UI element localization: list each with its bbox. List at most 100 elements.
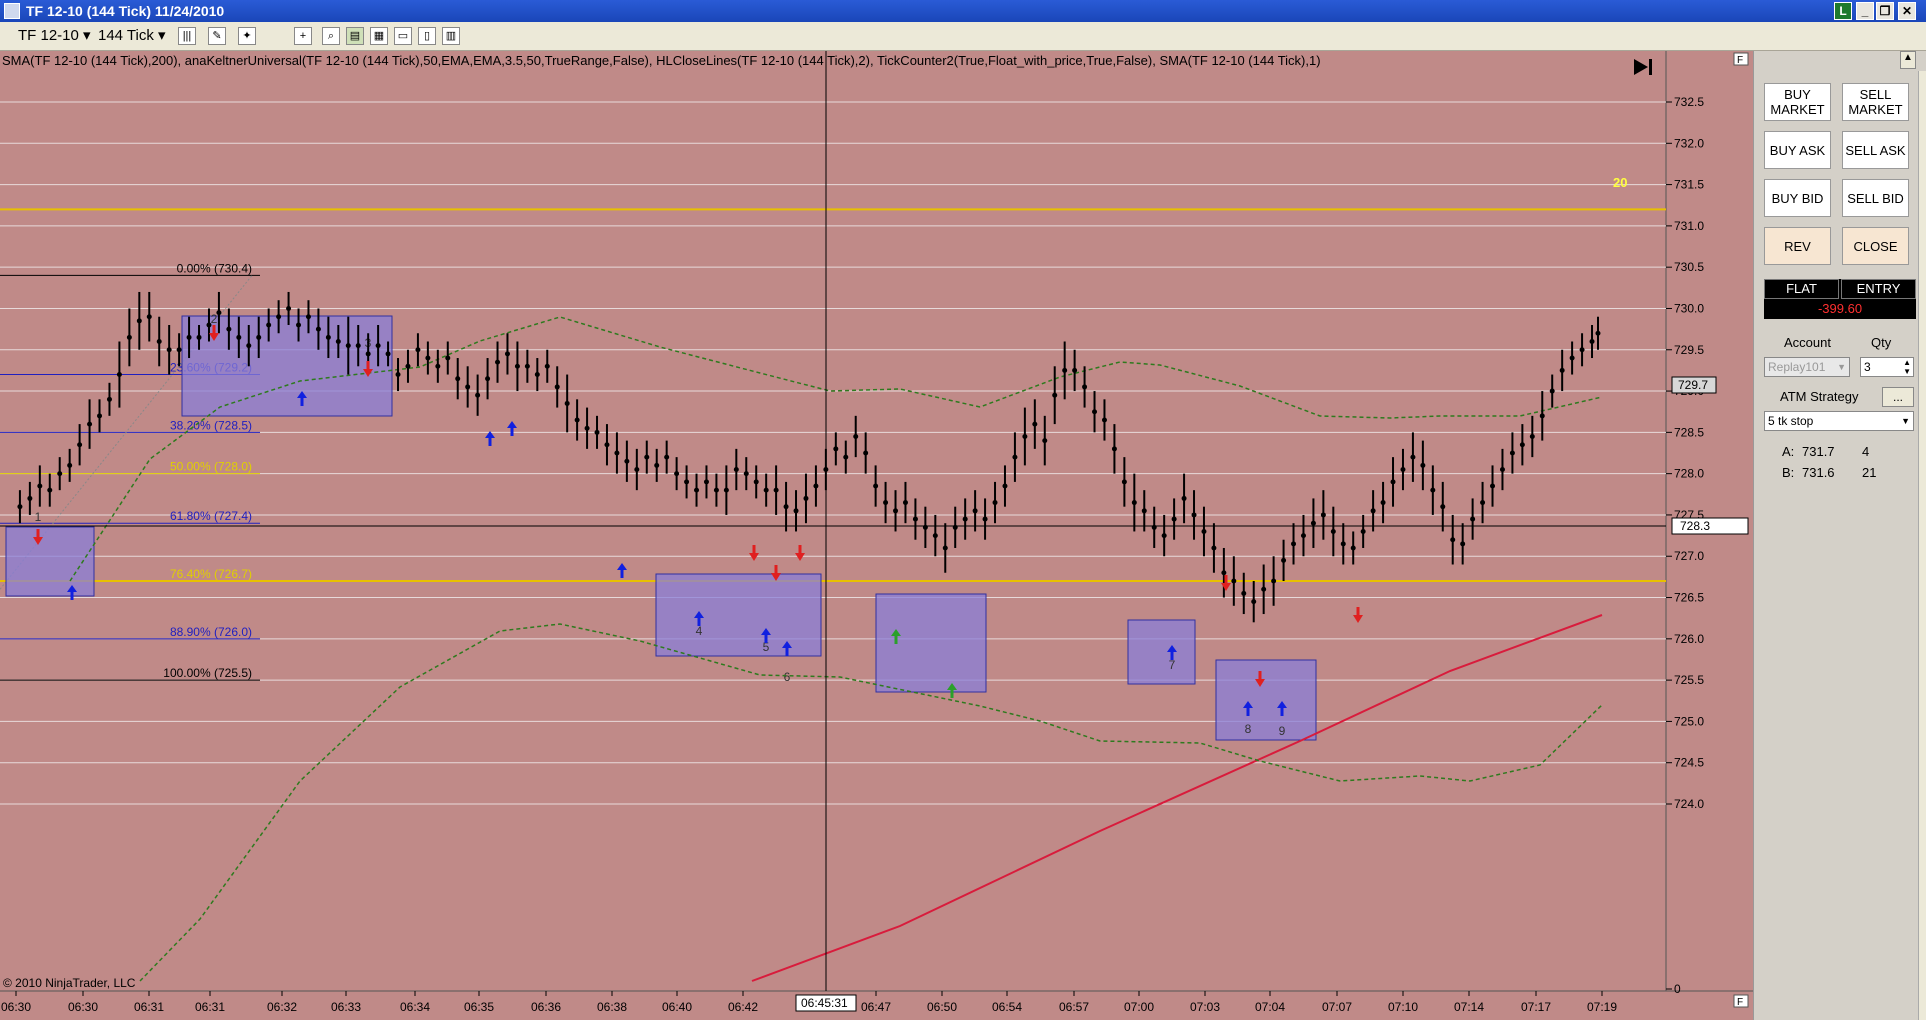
price-bar-close (733, 467, 739, 473)
sell-market-button[interactable]: SELL MARKET (1842, 83, 1909, 121)
reverse-button[interactable]: REV (1764, 227, 1831, 265)
position-flat-label: FLAT (1764, 279, 1839, 299)
panel-collapse-icon[interactable]: ▲ (1900, 51, 1916, 69)
account-select[interactable]: Replay101 ▼ (1764, 357, 1850, 377)
chevron-down-icon: ▼ (1837, 362, 1846, 372)
ask-price: 731.7 (1802, 444, 1835, 459)
bar-type-icon[interactable]: ||| (178, 27, 196, 45)
interval-selector[interactable]: 144 Tick ▾ (98, 26, 166, 44)
time-tick-label: 06:31 (195, 1000, 225, 1014)
price-bar-close (1002, 483, 1008, 489)
time-tick-label: 07:03 (1190, 1000, 1220, 1014)
price-bar-close (654, 462, 660, 468)
price-bar-close (1111, 446, 1117, 452)
price-tick-label: 724.0 (1674, 797, 1704, 811)
time-tick-label: 06:57 (1059, 1000, 1089, 1014)
price-bar-close (1380, 500, 1386, 506)
price-bar-close (544, 363, 550, 369)
price-bar-close (1012, 454, 1018, 460)
price-tick-label: 730.0 (1674, 301, 1704, 315)
price-bar-close (1539, 413, 1545, 419)
price-tick-label: 730.5 (1674, 260, 1704, 274)
fib-level-label: 100.00% (725.5) (163, 666, 252, 680)
time-tick-label: 06:30 (1, 1000, 31, 1014)
fib-level-label: 38.20% (728.5) (170, 418, 252, 432)
image-icon[interactable]: ▭ (394, 27, 412, 45)
atm-strategy-select[interactable]: 5 tk stop ▼ (1764, 411, 1914, 431)
price-bar-close (753, 479, 759, 485)
price-bar-close (1430, 487, 1436, 493)
time-tick-label: 06:54 (992, 1000, 1022, 1014)
price-bar-close (773, 487, 779, 493)
draw-pencil-icon[interactable]: ✎ (208, 27, 226, 45)
restore-button[interactable]: ❐ (1876, 2, 1894, 20)
price-bar-close (534, 372, 540, 378)
price-tick-label: 731.0 (1674, 219, 1704, 233)
price-bar-close (27, 495, 33, 501)
sell-ask-button[interactable]: SELL ASK (1842, 131, 1909, 169)
app-icon (4, 3, 20, 19)
price-bar-close (962, 516, 968, 522)
buy-bid-button[interactable]: BUY BID (1764, 179, 1831, 217)
price-bar-close (853, 433, 859, 439)
price-bar-close (1400, 467, 1406, 473)
price-bar-close (883, 500, 889, 506)
fib-level-label: 61.80% (727.4) (170, 509, 252, 523)
data-box-icon[interactable]: ▥ (442, 27, 460, 45)
price-bar-close (664, 454, 670, 460)
atm-strategy-label: ATM Strategy (1780, 389, 1859, 404)
copyright-text: © 2010 NinjaTrader, LLC (3, 976, 136, 990)
buy-ask-button[interactable]: BUY ASK (1764, 131, 1831, 169)
fib-level-label: 76.40% (726.7) (170, 567, 252, 581)
atm-strategy-options-button[interactable]: ... (1882, 387, 1914, 407)
time-tick-label: 06:33 (331, 1000, 361, 1014)
price-tick-label: 732.0 (1674, 136, 1704, 150)
price-bar-close (863, 450, 869, 456)
box-number: 7 (1169, 658, 1176, 672)
sell-bid-button[interactable]: SELL BID (1842, 179, 1909, 217)
price-bar-close (843, 454, 849, 460)
tick-counter: 20 (1613, 175, 1627, 190)
price-bar-close (803, 495, 809, 501)
price-bar-close (475, 392, 481, 398)
price-bar-close (296, 322, 302, 328)
minimize-button[interactable]: _ (1856, 2, 1874, 20)
wand-icon[interactable]: ✦ (238, 27, 256, 45)
close-position-button[interactable]: CLOSE (1842, 227, 1909, 265)
price-bar-close (1460, 541, 1466, 547)
qty-stepper[interactable]: 3 ▲ ▼ (1860, 357, 1914, 377)
price-bar-close (106, 396, 112, 402)
price-bar-close (116, 372, 122, 378)
price-bar-close (1101, 417, 1107, 423)
close-window-button[interactable]: ✕ (1898, 2, 1916, 20)
bid-price: 731.6 (1802, 465, 1835, 480)
instrument-selector[interactable]: TF 12-10 ▾ (18, 26, 91, 44)
price-bar-close (942, 545, 948, 551)
panel-scrollbar[interactable] (1918, 71, 1926, 1020)
price-bar-close (126, 334, 132, 340)
crosshair-icon[interactable]: + (294, 27, 312, 45)
price-bar-close (1241, 590, 1247, 596)
buy-market-button[interactable]: BUY MARKET (1764, 83, 1831, 121)
price-bar-close (1300, 533, 1306, 539)
price-bar-close (1082, 384, 1088, 390)
price-bar-close (1191, 512, 1197, 518)
price-bar-close (1291, 541, 1297, 547)
price-bar-close (564, 400, 570, 406)
stepper-arrows-icon[interactable]: ▲ ▼ (1903, 358, 1911, 376)
zoom-icon[interactable]: ⌕ (322, 27, 340, 45)
price-bar-close (1370, 508, 1376, 514)
consolidation-box (875, 593, 987, 693)
price-chart[interactable]: 732.5732.0731.5731.0730.5730.0729.5729.0… (0, 51, 1753, 1020)
price-bar-close (972, 508, 978, 514)
properties-icon[interactable]: ▦ (370, 27, 388, 45)
price-bar-close (186, 334, 192, 340)
crosshair-price: 728.3 (1680, 519, 1710, 533)
link-icon[interactable]: L (1834, 2, 1852, 20)
price-bar-close (375, 343, 381, 349)
box-number: 8 (1245, 722, 1252, 736)
box-number: 6 (784, 670, 791, 684)
print-icon[interactable]: ▯ (418, 27, 436, 45)
chart-trader-icon[interactable]: ▤ (346, 27, 364, 45)
time-tick-label: 07:04 (1255, 1000, 1285, 1014)
